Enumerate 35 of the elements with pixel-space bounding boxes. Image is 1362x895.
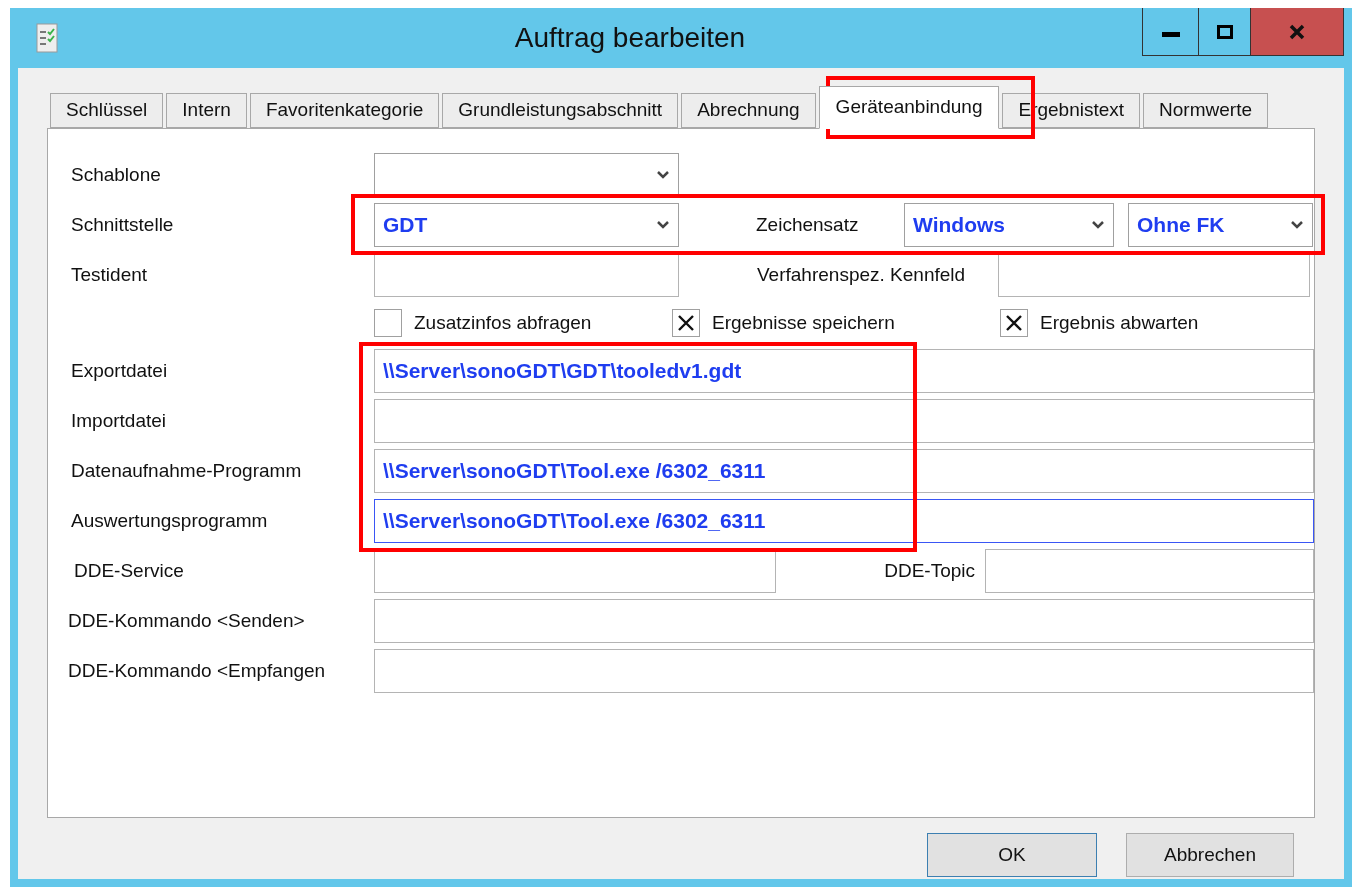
dialog-button[interactable]: Abbrechen (1126, 833, 1294, 877)
field-label: Importdatei (71, 409, 167, 431)
tab[interactable]: Schlüssel (50, 93, 164, 128)
input-field[interactable]: \\Server\sonoGDT\Tool.exe /6302_6311 (374, 499, 1314, 543)
tab[interactable]: Grundleistungsabschnitt (442, 93, 679, 128)
dropdown[interactable]: Ohne FK (1128, 203, 1313, 247)
tab[interactable]: Intern (166, 93, 247, 128)
field-label: DDE-Kommando <Senden> (68, 609, 305, 631)
field-label: DDE-Kommando <Empfangen (68, 659, 326, 681)
tab[interactable]: Normwerte (1143, 93, 1268, 128)
tab[interactable]: Geräteanbindung (818, 86, 1000, 129)
dropdown[interactable]: GDT (374, 203, 679, 247)
dropdown-value: GDT (383, 212, 428, 239)
tab[interactable]: Favoritenkategorie (249, 93, 440, 128)
field-label: Auswertungsprogramm (71, 509, 268, 531)
field-label: Verfahrenspez. Kennfeld (757, 263, 966, 285)
checkbox-label: Ergebnisse speichern (712, 310, 895, 335)
field-label: Testident (71, 263, 148, 285)
dialog-button[interactable]: OK (927, 833, 1097, 877)
field-label: DDE-Service (74, 559, 184, 581)
input-field[interactable]: \\Server\sonoGDT\GDT\tooledv1.gdt (374, 349, 1314, 393)
window-title: Auftrag bearbeiten (513, 21, 746, 55)
field-label: Exportdatei (71, 359, 168, 381)
dropdown-value: Windows (913, 212, 1005, 239)
field-label: DDE-Topic (884, 558, 975, 583)
input-field[interactable]: \\Server\sonoGDT\Tool.exe /6302_6311 (374, 449, 1314, 493)
field-label: Datenaufnahme-Programm (71, 459, 302, 481)
field-label: Zeichensatz (756, 213, 859, 235)
dropdown-value: Ohne FK (1137, 212, 1225, 239)
field-label: Schablone (71, 163, 161, 185)
tab[interactable]: Abrechnung (681, 93, 816, 128)
dropdown[interactable]: Windows (904, 203, 1114, 247)
field-label: Schnittstelle (71, 213, 174, 235)
checkbox-label: Zusatzinfos abfragen (414, 310, 592, 335)
checkbox-label: Ergebnis abwarten (1040, 310, 1199, 335)
